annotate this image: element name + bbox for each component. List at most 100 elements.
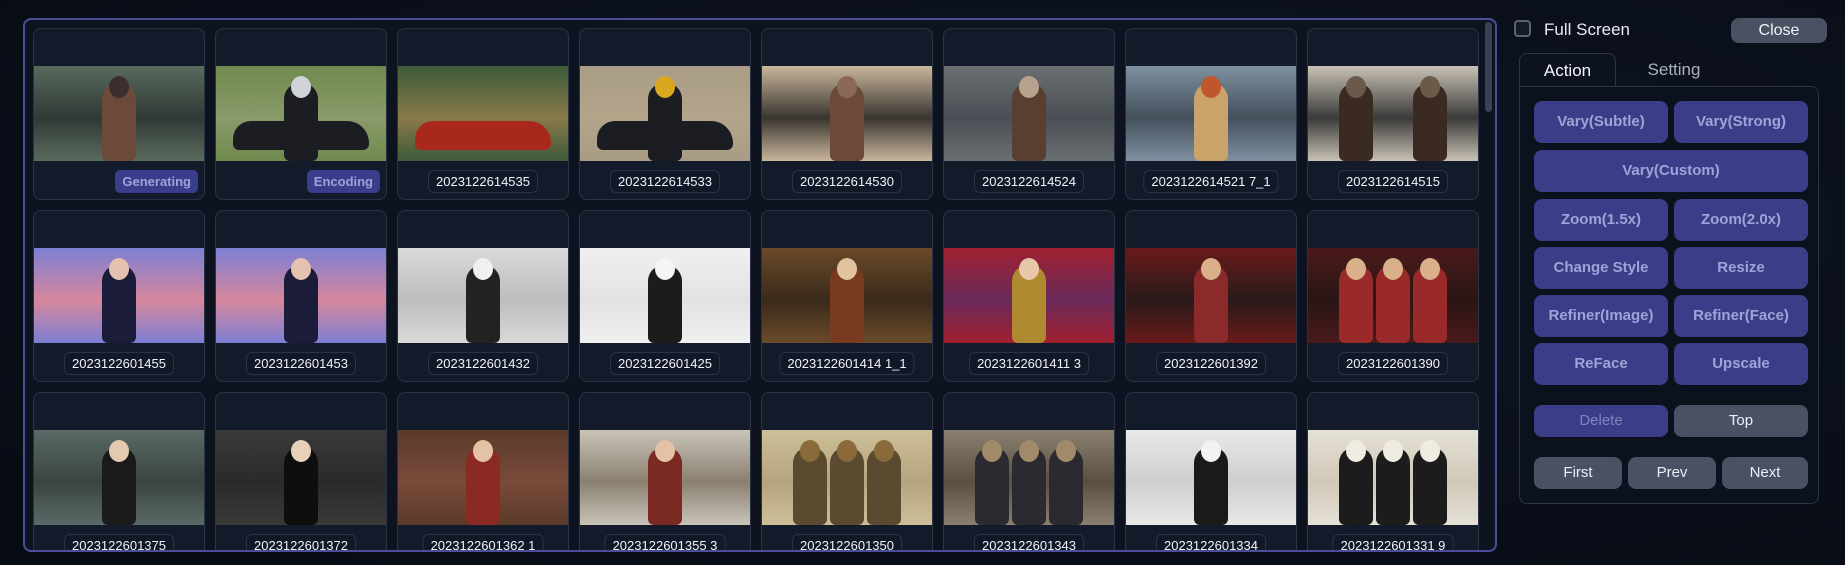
gallery-tile[interactable]: 2023122601432 (397, 210, 569, 382)
figure-head-shape (837, 257, 857, 280)
figure-head-shape (1420, 439, 1441, 462)
image-caption: 2023122601425 (610, 352, 720, 375)
thumbnail-image[interactable] (216, 430, 386, 525)
thumbnail-image[interactable] (580, 66, 750, 161)
thumbnail-image[interactable] (398, 248, 568, 343)
figure-head-shape (1345, 257, 1366, 280)
tab-action[interactable]: Action (1519, 53, 1616, 88)
figure-head-shape (837, 75, 857, 98)
figure-head-shape (1383, 439, 1403, 462)
tab-setting[interactable]: Setting (1629, 53, 1719, 87)
thumbnail-image[interactable] (216, 248, 386, 343)
action-panel: Vary(Subtle) Vary(Strong) Vary(Custom) Z… (1519, 86, 1819, 504)
thumbnail-image[interactable] (944, 66, 1114, 161)
thumbnail-image[interactable] (216, 66, 386, 161)
gallery-tile[interactable]: 2023122601343 (943, 392, 1115, 550)
top-button[interactable]: Top (1674, 405, 1808, 437)
vary-custom-button[interactable]: Vary(Custom) (1534, 150, 1808, 192)
thumbnail-image[interactable] (580, 248, 750, 343)
image-caption: 2023122601334 (1156, 534, 1266, 550)
next-button[interactable]: Next (1722, 457, 1808, 489)
prev-button[interactable]: Prev (1628, 457, 1716, 489)
thumbnail-image[interactable] (1126, 248, 1296, 343)
vary-subtle-button[interactable]: Vary(Subtle) (1534, 101, 1668, 143)
image-caption: 2023122601392 (1156, 352, 1266, 375)
gallery-tile[interactable]: 2023122601375 (33, 392, 205, 550)
gallery-tile[interactable]: 2023122601392 (1125, 210, 1297, 382)
gallery-scrollbar[interactable] (1485, 22, 1492, 112)
panel-tabs: Action Setting (1519, 53, 1819, 88)
image-caption: 2023122601372 (246, 534, 356, 550)
resize-button[interactable]: Resize (1674, 247, 1808, 289)
gallery-tile[interactable]: 2023122614521 7_1 (1125, 28, 1297, 200)
gallery-tile[interactable]: 2023122601411 3 (943, 210, 1115, 382)
thumbnail-image[interactable] (944, 430, 1114, 525)
first-button[interactable]: First (1534, 457, 1622, 489)
thumbnail-image[interactable] (398, 66, 568, 161)
delete-button[interactable]: Delete (1534, 405, 1668, 437)
thumbnail-image[interactable] (944, 248, 1114, 343)
refiner-face-button[interactable]: Refiner(Face) (1674, 295, 1808, 337)
gallery-tile[interactable]: 2023122614515 (1307, 28, 1479, 200)
thumbnail-image[interactable] (34, 430, 204, 525)
gallery-tile[interactable]: 2023122601372 (215, 392, 387, 550)
thumbnail-image[interactable] (398, 430, 568, 525)
thumbnail-image[interactable] (1126, 66, 1296, 161)
image-caption: 2023122601411 3 (969, 352, 1089, 375)
figure-head-shape (1420, 257, 1441, 280)
thumbnail-image[interactable] (34, 248, 204, 343)
thumbnail-image[interactable] (580, 430, 750, 525)
figure-head-shape (655, 257, 675, 280)
fullscreen-checkbox[interactable] (1514, 20, 1531, 37)
gallery-tile[interactable]: 2023122601362 1 (397, 392, 569, 550)
thumbnail-image[interactable] (1308, 430, 1478, 525)
close-button[interactable]: Close (1731, 18, 1827, 43)
vary-strong-button[interactable]: Vary(Strong) (1674, 101, 1808, 143)
image-caption: 2023122601331 9 (1332, 534, 1454, 550)
thumbnail-image[interactable] (762, 66, 932, 161)
upscale-button[interactable]: Upscale (1674, 343, 1808, 385)
figure-head-shape (473, 257, 493, 280)
image-caption: 2023122601375 (64, 534, 174, 550)
gallery-grid: Generating Encoding 2023122614535 202312261… (33, 28, 1479, 550)
image-caption: 2023122614521 7_1 (1143, 170, 1279, 193)
thumbnail-image[interactable] (762, 430, 932, 525)
gallery-tile[interactable]: 2023122601355 3 (579, 392, 751, 550)
gallery-tile[interactable]: 2023122614535 (397, 28, 569, 200)
change-style-button[interactable]: Change Style (1534, 247, 1668, 289)
thumbnail-background (398, 66, 568, 119)
image-caption: 2023122614535 (428, 170, 538, 193)
gallery-tile[interactable]: Generating (33, 28, 205, 200)
top-controls: Full Screen Close (1514, 18, 1834, 44)
zoom-1-5x-button[interactable]: Zoom(1.5x) (1534, 199, 1668, 241)
figure-head-shape (1201, 439, 1221, 462)
figure-head-shape (1201, 75, 1221, 98)
figure-head-shape (1201, 257, 1221, 280)
gallery-tile[interactable]: 2023122601390 (1307, 210, 1479, 382)
thumbnail-image[interactable] (1126, 430, 1296, 525)
gallery-tile[interactable]: 2023122601331 9 (1307, 392, 1479, 550)
gallery-tile[interactable]: 2023122614530 (761, 28, 933, 200)
gallery-tile[interactable]: 2023122601455 (33, 210, 205, 382)
figure-head-shape (291, 75, 311, 98)
gallery-tile[interactable]: 2023122614533 (579, 28, 751, 200)
zoom-2-0x-button[interactable]: Zoom(2.0x) (1674, 199, 1808, 241)
image-caption: 2023122601362 1 (422, 534, 544, 550)
thumbnail-image[interactable] (34, 66, 204, 161)
thumbnail-image[interactable] (762, 248, 932, 343)
gallery-tile[interactable]: Encoding (215, 28, 387, 200)
thumbnail-image[interactable] (1308, 248, 1478, 343)
gallery-tile[interactable]: 2023122601414 1_1 (761, 210, 933, 382)
image-caption: 2023122614530 (792, 170, 902, 193)
refiner-image-button[interactable]: Refiner(Image) (1534, 295, 1668, 337)
figure-head-shape (1019, 439, 1039, 462)
gallery-tile[interactable]: 2023122601453 (215, 210, 387, 382)
thumbnail-image[interactable] (1308, 66, 1478, 161)
reface-button[interactable]: ReFace (1534, 343, 1668, 385)
gallery-tile[interactable]: 2023122614524 (943, 28, 1115, 200)
gallery-tile[interactable]: 2023122601350 (761, 392, 933, 550)
figure-head-shape (837, 439, 857, 462)
gallery-tile[interactable]: 2023122601334 (1125, 392, 1297, 550)
gallery-tile[interactable]: 2023122601425 (579, 210, 751, 382)
figure-head-shape (1383, 257, 1403, 280)
